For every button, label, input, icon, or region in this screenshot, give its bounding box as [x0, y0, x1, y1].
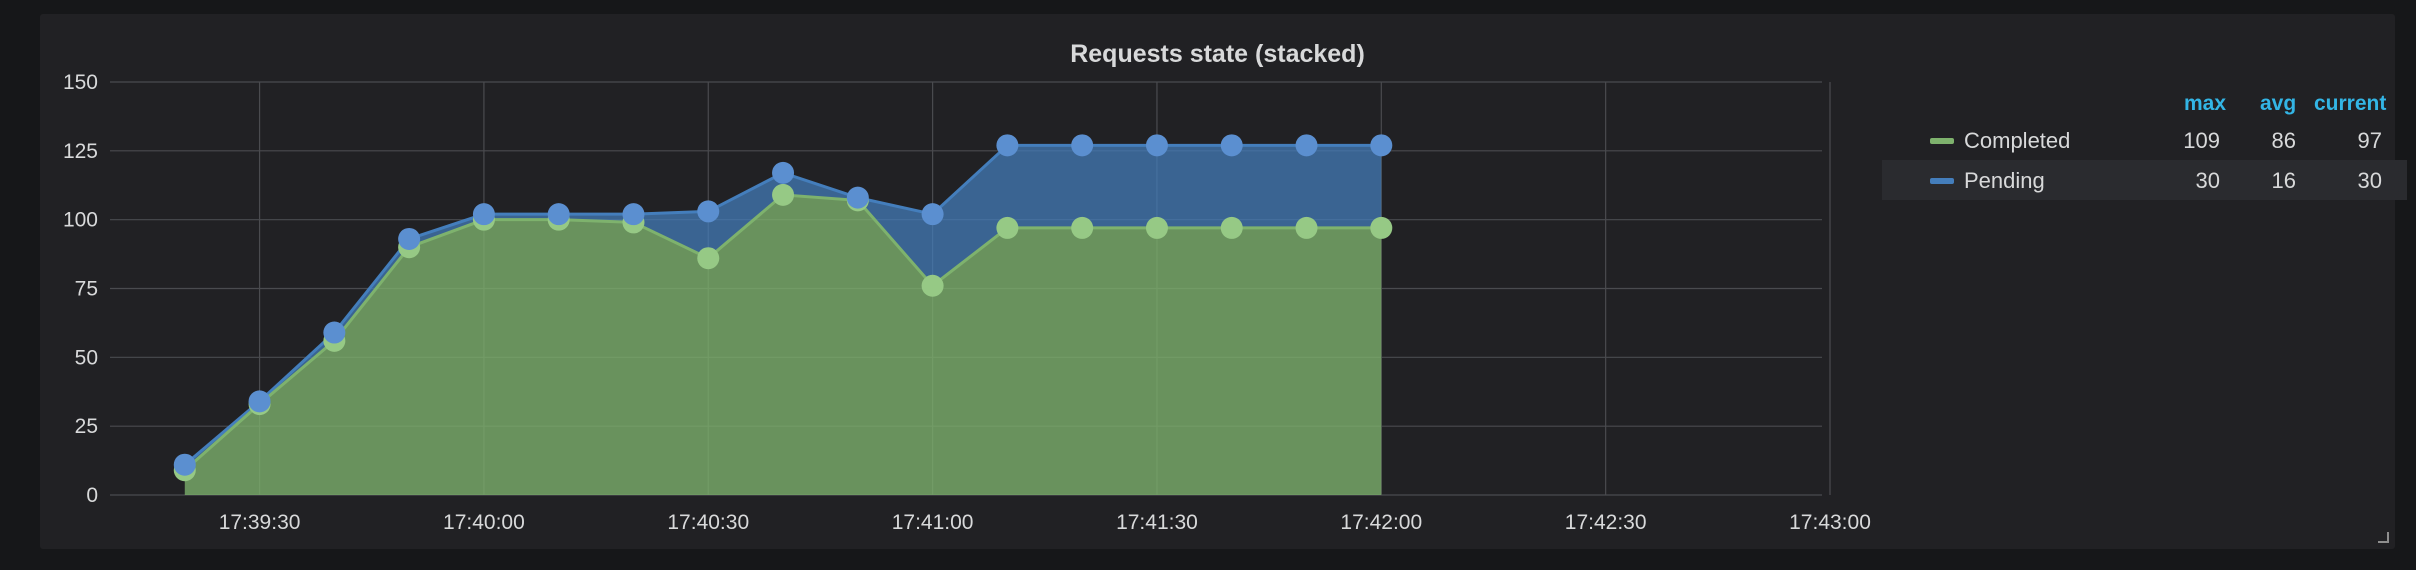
point-pending	[697, 200, 720, 223]
chart-plot-area: 0 25 50 75 100 125 150 17:39:30 17:40:00 17:40:30…	[63, 71, 1871, 534]
legend-header-current[interactable]: current	[2314, 92, 2386, 116]
point-pending	[996, 134, 1019, 157]
x-tick-label: 17:42:00	[1340, 511, 1422, 534]
x-tick-label: 17:40:30	[667, 511, 749, 534]
point-completed	[1220, 216, 1243, 239]
legend-current-value: 30	[2357, 168, 2382, 193]
legend-header-max[interactable]: max	[2184, 92, 2226, 116]
point-completed	[996, 216, 1019, 239]
y-tick-label: 100	[63, 209, 98, 232]
y-tick-label: 0	[86, 484, 98, 507]
legend-swatch-pending	[1930, 178, 1954, 184]
legend-swatch-completed	[1930, 138, 1954, 144]
panel-resize-handle[interactable]	[2378, 532, 2389, 543]
point-pending	[1071, 134, 1094, 157]
point-pending	[921, 203, 944, 226]
x-tick-label: 17:42:30	[1565, 511, 1647, 534]
x-tick-label: 17:39:30	[219, 511, 301, 534]
point-pending	[772, 161, 795, 184]
x-tick-label: 17:41:30	[1116, 511, 1198, 534]
point-pending	[173, 453, 196, 476]
point-completed	[1295, 216, 1318, 239]
point-completed	[1145, 216, 1168, 239]
y-tick-label: 50	[75, 346, 98, 369]
legend-label[interactable]: Pending	[1964, 168, 2045, 194]
point-pending	[622, 203, 645, 226]
x-tick-label: 17:43:00	[1789, 511, 1871, 534]
point-completed	[921, 274, 944, 297]
y-tick-label: 75	[75, 278, 98, 301]
y-tick-label: 150	[63, 71, 98, 94]
point-pending	[472, 203, 495, 226]
legend-header: max avg current	[1882, 80, 2407, 120]
point-pending	[323, 321, 346, 344]
point-pending	[1295, 134, 1318, 157]
point-pending	[547, 203, 570, 226]
point-pending	[398, 227, 421, 250]
graph-panel: Requests state (stacked) 0 25 50 75 100 125 15…	[40, 14, 2407, 549]
point-completed	[772, 183, 795, 206]
legend-avg-value: 16	[2271, 168, 2296, 193]
legend-max-value: 30	[2195, 168, 2220, 193]
legend-max-value: 109	[2183, 128, 2220, 153]
point-pending	[1220, 134, 1243, 157]
point-pending	[1145, 134, 1168, 157]
legend: max avg current Completed 109 86 97 Pend…	[1882, 80, 2407, 200]
y-tick-label: 125	[63, 140, 98, 163]
legend-avg-value: 86	[2271, 128, 2296, 153]
point-completed	[1370, 216, 1393, 239]
x-tick-label: 17:40:00	[443, 511, 525, 534]
point-pending	[248, 390, 271, 413]
area-completed	[184, 194, 1382, 496]
point-completed	[1071, 216, 1094, 239]
point-pending	[846, 186, 869, 209]
y-tick-label: 25	[75, 415, 98, 438]
legend-current-value: 97	[2357, 128, 2382, 153]
legend-item-completed[interactable]: Completed 109 86 97	[1882, 120, 2407, 160]
legend-item-pending[interactable]: Pending 30 16 30	[1882, 160, 2407, 200]
point-completed	[697, 247, 720, 270]
legend-header-avg[interactable]: avg	[2260, 92, 2296, 116]
point-pending	[1370, 134, 1393, 157]
legend-label[interactable]: Completed	[1964, 128, 2070, 154]
x-tick-label: 17:41:00	[892, 511, 974, 534]
